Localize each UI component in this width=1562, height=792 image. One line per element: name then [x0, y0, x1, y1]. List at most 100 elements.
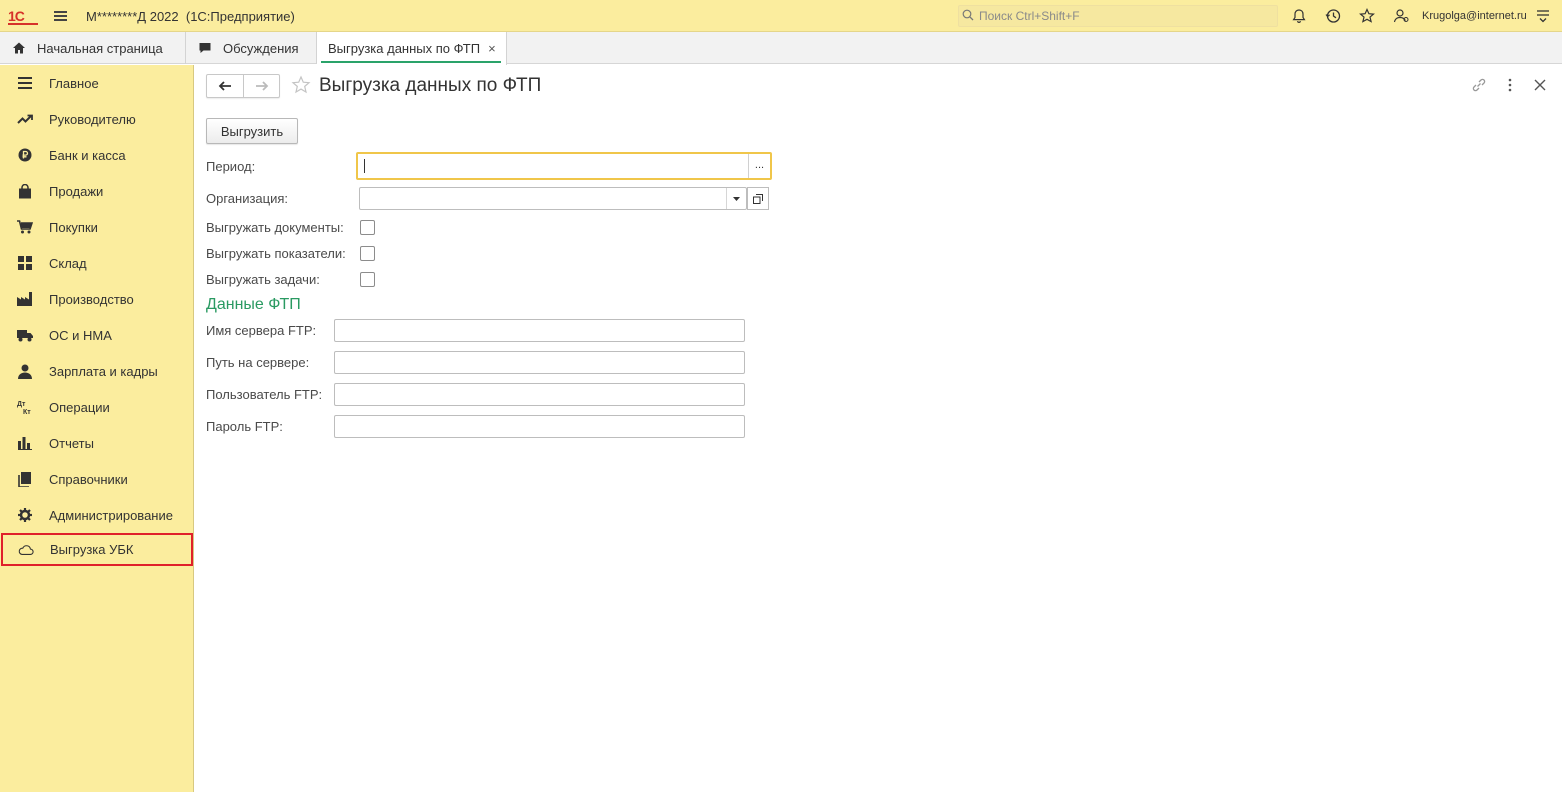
ftp-server-label: Имя сервера FTP:	[206, 323, 317, 338]
organization-dropdown-button[interactable]	[726, 188, 746, 209]
logo-underline	[8, 23, 38, 25]
cloud-icon	[18, 542, 34, 558]
ftp-server-input[interactable]	[334, 319, 745, 342]
export-indicators-checkbox[interactable]	[360, 246, 375, 261]
tab-home-label: Начальная страница	[37, 40, 163, 56]
svg-text:Кт: Кт	[23, 409, 31, 415]
bell-icon[interactable]	[1291, 8, 1307, 24]
books-icon	[17, 471, 33, 487]
forward-button[interactable]	[244, 75, 280, 97]
nav-buttons	[206, 74, 280, 98]
shopping-bag-icon	[17, 183, 33, 199]
organization-field[interactable]	[359, 187, 747, 210]
sidebar-item-directories[interactable]: Справочники	[0, 461, 194, 497]
sidebar-item-sales[interactable]: Продажи	[0, 173, 194, 209]
form-area: Выгрузка данных по ФТП Выгрузить Период:…	[195, 65, 1562, 792]
ftp-password-label: Пароль FTP:	[206, 419, 283, 434]
period-field[interactable]: ...	[356, 152, 772, 180]
text-caret	[364, 159, 365, 173]
list-icon	[17, 75, 33, 91]
user-icon[interactable]	[1393, 8, 1409, 24]
sidebar-item-bank[interactable]: Банк и касса	[0, 137, 194, 173]
tab-discussions-label: Обсуждения	[223, 40, 299, 56]
export-button[interactable]: Выгрузить	[206, 118, 298, 144]
ftp-user-input[interactable]	[334, 383, 745, 406]
search-icon	[962, 9, 974, 21]
sidebar-item-label: Операции	[49, 399, 110, 415]
truck-icon	[17, 327, 33, 343]
bar-chart-icon	[17, 435, 33, 451]
favorite-star-icon[interactable]	[291, 75, 311, 95]
history-icon[interactable]	[1325, 8, 1341, 24]
logo-1c: 1С	[8, 8, 25, 24]
search-placeholder: Поиск Ctrl+Shift+F	[979, 9, 1080, 23]
export-documents-label: Выгружать документы:	[206, 220, 344, 235]
sidebar-item-fixed-assets[interactable]: ОС и НМА	[0, 317, 194, 353]
period-label: Период:	[206, 159, 256, 174]
sidebar-item-label: Продажи	[49, 183, 104, 199]
trend-icon	[17, 111, 33, 127]
active-tab-underline	[321, 61, 501, 63]
ruble-icon	[17, 147, 33, 163]
tabs-bar: Начальная страница Обсуждения Выгрузка д…	[0, 32, 1562, 65]
sidebar: Главное Руководителю Банк и касса Продаж…	[0, 65, 194, 792]
sidebar-item-label: Отчеты	[49, 435, 94, 451]
dt-kt-icon: Дт Кт	[17, 399, 33, 415]
chevron-down-icon	[733, 196, 740, 201]
tab-ftp-export-label: Выгрузка данных по ФТП	[328, 41, 481, 56]
gear-icon	[17, 507, 33, 523]
close-form-icon[interactable]	[1532, 77, 1548, 93]
favorites-star-icon[interactable]	[1359, 8, 1375, 24]
sidebar-item-label: ОС и НМА	[49, 327, 112, 343]
sidebar-item-purchases[interactable]: Покупки	[0, 209, 194, 245]
page-title: Выгрузка данных по ФТП	[319, 75, 542, 96]
chat-icon	[199, 43, 211, 53]
sidebar-item-reports[interactable]: Отчеты	[0, 425, 194, 461]
period-select-button[interactable]: ...	[748, 154, 770, 178]
user-name[interactable]: Krugolga@internet.ru	[1422, 10, 1527, 22]
organization-label: Организация:	[206, 191, 289, 206]
sidebar-item-label: Производство	[49, 291, 134, 307]
cart-icon	[17, 219, 33, 235]
ftp-path-input[interactable]	[334, 351, 745, 374]
arrow-left-icon	[218, 81, 231, 91]
sidebar-item-label: Администрирование	[49, 507, 173, 523]
export-tasks-checkbox[interactable]	[360, 272, 375, 287]
sidebar-item-administration[interactable]: Администрирование	[0, 497, 194, 533]
export-documents-checkbox[interactable]	[360, 220, 375, 235]
factory-icon	[17, 291, 33, 307]
tab-discussions[interactable]: Обсуждения	[186, 32, 317, 64]
main-menu-icon[interactable]	[54, 11, 67, 21]
link-icon[interactable]	[1471, 77, 1487, 93]
ftp-password-input[interactable]	[334, 415, 745, 438]
tab-home[interactable]: Начальная страница	[0, 32, 186, 64]
top-bar: 1С М********Д 2022 (1С:Предприятие) Поис…	[0, 0, 1562, 32]
sidebar-item-label: Выгрузка УБК	[50, 542, 134, 557]
sidebar-item-label: Банк и касса	[49, 147, 126, 163]
sidebar-item-label: Зарплата и кадры	[49, 363, 158, 379]
close-icon[interactable]: ×	[488, 41, 496, 56]
export-indicators-label: Выгружать показатели:	[206, 246, 346, 261]
sidebar-item-main[interactable]: Главное	[0, 65, 194, 101]
sidebar-item-label: Справочники	[49, 471, 128, 487]
sidebar-item-salary[interactable]: Зарплата и кадры	[0, 353, 194, 389]
export-tasks-label: Выгружать задачи:	[206, 272, 320, 287]
organization-open-button[interactable]	[747, 187, 769, 210]
settings-menu-icon[interactable]	[1535, 8, 1551, 24]
arrow-right-icon	[256, 81, 269, 91]
sidebar-item-label: Руководителю	[49, 111, 136, 127]
back-button[interactable]	[207, 75, 243, 97]
sidebar-item-warehouse[interactable]: Склад	[0, 245, 194, 281]
open-form-icon	[753, 193, 763, 204]
sidebar-item-production[interactable]: Производство	[0, 281, 194, 317]
sidebar-item-operations[interactable]: Дт Кт Операции	[0, 389, 194, 425]
more-icon[interactable]	[1502, 77, 1518, 93]
person-icon	[17, 363, 33, 379]
search-input[interactable]: Поиск Ctrl+Shift+F	[958, 5, 1278, 27]
svg-text:Дт: Дт	[17, 401, 26, 408]
sidebar-item-manager[interactable]: Руководителю	[0, 101, 194, 137]
home-icon	[13, 42, 25, 54]
app-title: М********Д 2022 (1С:Предприятие)	[86, 9, 295, 24]
sidebar-item-ubk-export[interactable]: Выгрузка УБК	[1, 533, 193, 566]
tab-ftp-export[interactable]: Выгрузка данных по ФТП ×	[317, 32, 507, 65]
